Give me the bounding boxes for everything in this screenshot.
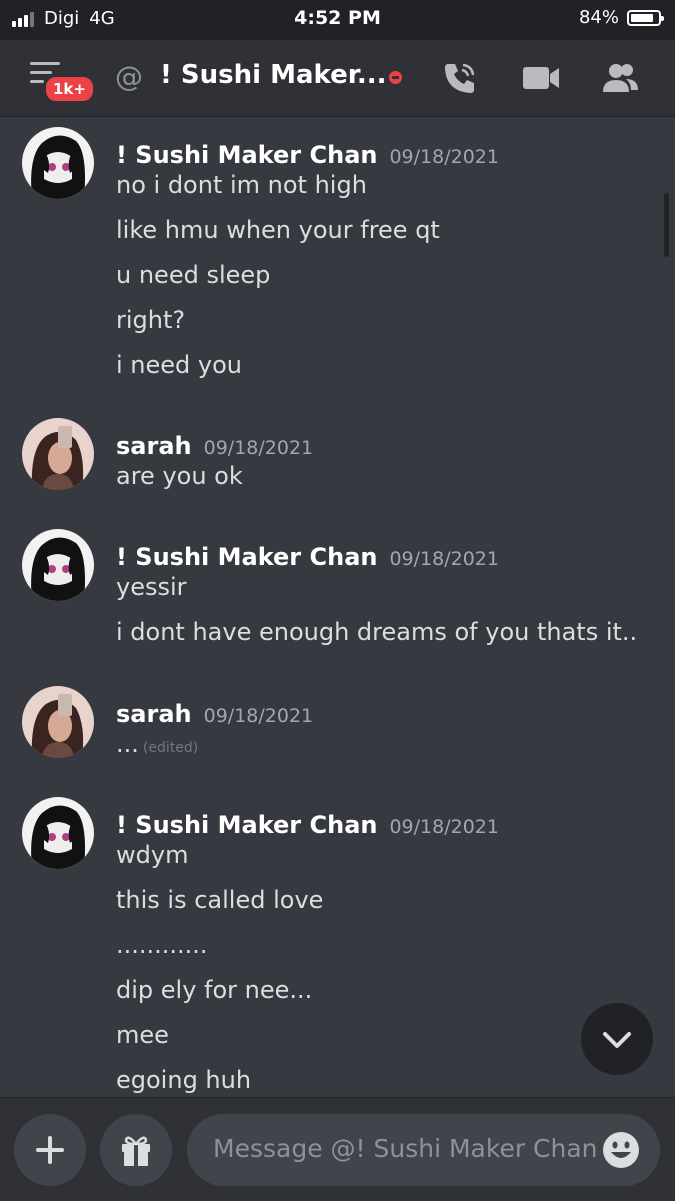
at-icon: @ xyxy=(115,60,143,93)
anime-avatar[interactable] xyxy=(22,529,94,601)
edited-label: (edited) xyxy=(142,740,199,756)
battery-percent: 84% xyxy=(578,7,619,28)
author-name[interactable]: ! Sushi Maker Chan xyxy=(116,811,377,839)
message-text[interactable]: like hmu when your free qt xyxy=(116,216,440,244)
timestamp: 09/18/2021 xyxy=(203,705,314,727)
message-text[interactable]: u need sleep xyxy=(116,261,270,289)
author-name[interactable]: sarah xyxy=(116,700,192,728)
notification-badge: 1k+ xyxy=(43,74,96,104)
clock: 4:52 PM xyxy=(294,7,381,29)
message-line: ... (edited) xyxy=(116,730,198,758)
add-attachment-button[interactable] xyxy=(14,1114,86,1186)
message-text[interactable]: i dont have enough dreams of you thats i… xyxy=(116,618,637,646)
message-text[interactable]: yessir xyxy=(116,573,187,601)
timestamp: 09/18/2021 xyxy=(389,548,499,570)
dnd-status-icon xyxy=(389,71,402,84)
author-name[interactable]: sarah xyxy=(116,432,192,460)
author-name[interactable]: ! Sushi Maker Chan xyxy=(116,141,377,169)
message-text[interactable]: wdym xyxy=(116,841,188,869)
message-text[interactable]: right? xyxy=(116,306,185,334)
status-bar: Digi 4G 4:52 PM 84% xyxy=(0,0,675,40)
selfie-avatar[interactable] xyxy=(22,686,94,758)
message-input-placeholder: Message @! Sushi Maker Chan xyxy=(213,1134,598,1163)
plus-icon xyxy=(36,1136,64,1164)
message-text[interactable]: this is called love xyxy=(116,886,323,914)
dm-title[interactable]: ! Sushi Maker... xyxy=(160,60,386,90)
anime-avatar[interactable] xyxy=(22,797,94,869)
battery-icon xyxy=(627,9,664,26)
message-text[interactable]: mee xyxy=(116,1021,169,1049)
author-name[interactable]: ! Sushi Maker Chan xyxy=(116,543,377,571)
anime-avatar[interactable] xyxy=(22,127,94,199)
composer: Message @! Sushi Maker Chan xyxy=(0,1097,675,1201)
message-text[interactable]: dip ely for nee... xyxy=(116,976,312,1004)
emoji-icon[interactable] xyxy=(602,1131,640,1169)
message-list[interactable]: ! Sushi Maker Chan 09/18/2021 no i dont i… xyxy=(0,117,675,1100)
members-icon[interactable] xyxy=(600,58,640,98)
gift-button[interactable] xyxy=(100,1114,172,1186)
dm-header: 1k+ @ ! Sushi Maker... xyxy=(0,40,675,117)
video-call-icon[interactable] xyxy=(521,58,561,98)
timestamp: 09/18/2021 xyxy=(389,146,499,168)
message-text[interactable]: are you ok xyxy=(116,462,243,490)
selfie-avatar[interactable] xyxy=(22,418,94,490)
message-text[interactable]: i need you xyxy=(116,351,242,379)
gift-icon xyxy=(122,1136,150,1166)
scrollbar[interactable] xyxy=(664,193,669,257)
chevron-down-icon xyxy=(603,1032,631,1048)
message-text[interactable]: ............ xyxy=(116,931,208,959)
jump-to-bottom-button[interactable] xyxy=(581,1003,653,1075)
timestamp: 09/18/2021 xyxy=(389,816,499,838)
phone-call-icon[interactable] xyxy=(440,58,480,98)
message-text[interactable]: ... xyxy=(116,730,139,758)
message-input[interactable]: Message @! Sushi Maker Chan xyxy=(187,1114,660,1186)
message-text[interactable]: egoing huh xyxy=(116,1066,251,1094)
timestamp: 09/18/2021 xyxy=(203,437,314,459)
message-text[interactable]: no i dont im not high xyxy=(116,171,367,199)
